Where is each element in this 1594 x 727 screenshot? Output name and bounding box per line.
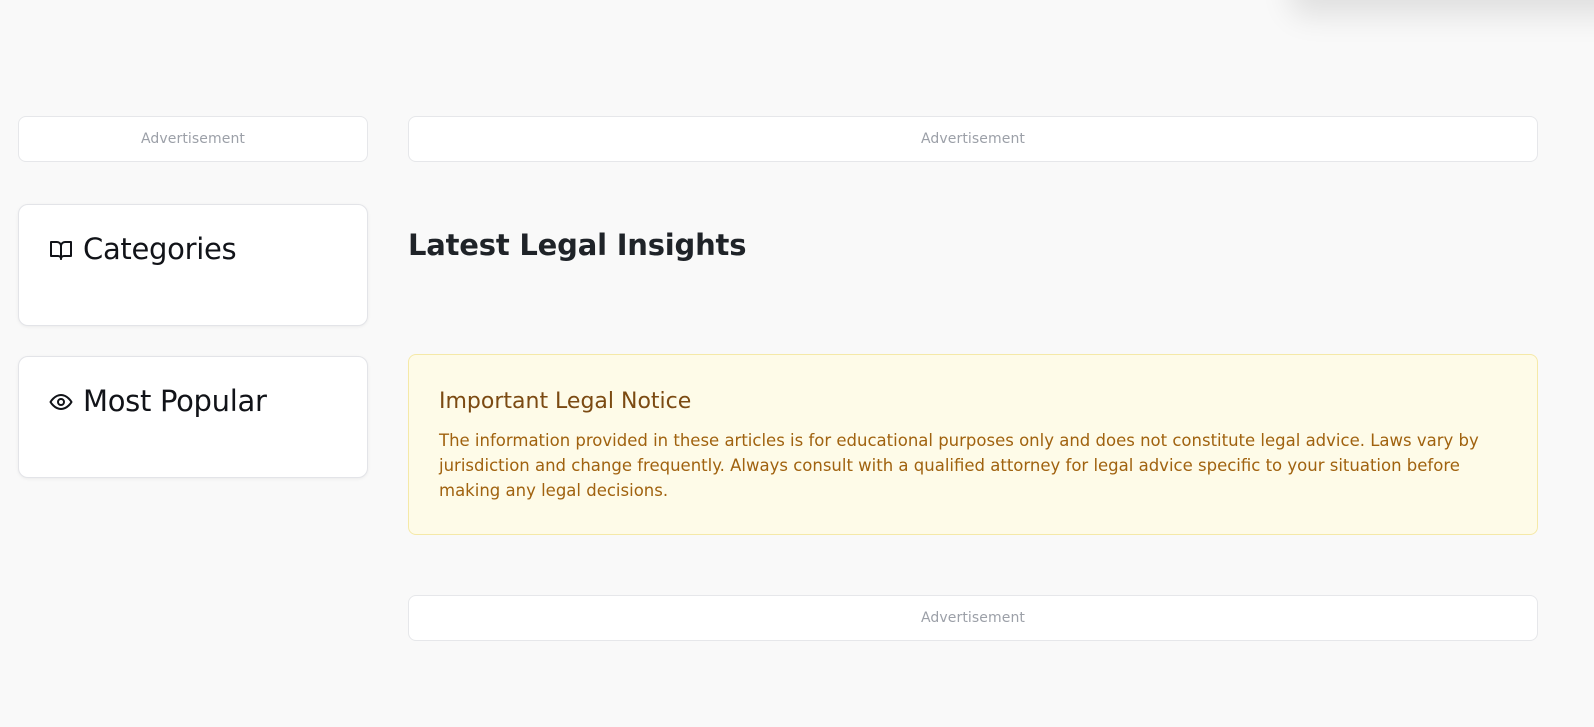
eye-icon — [49, 390, 73, 414]
categories-header: Categories — [49, 232, 237, 266]
most-popular-title: Most Popular — [83, 384, 267, 418]
advertisement-label: Advertisement — [140, 131, 246, 147]
page-title: Latest Legal Insights — [408, 228, 747, 262]
most-popular-card: Most Popular — [18, 356, 368, 478]
legal-notice-box: Important Legal Notice The information p… — [408, 354, 1538, 535]
advertisement-label: Advertisement — [920, 610, 1026, 626]
legal-notice-text: The information provided in these articl… — [439, 431, 1479, 500]
sidebar-advertisement[interactable]: Advertisement — [18, 116, 368, 162]
main-top-advertisement[interactable]: Advertisement — [408, 116, 1538, 162]
main-bottom-advertisement[interactable]: Advertisement — [408, 595, 1538, 641]
book-open-icon — [49, 238, 73, 262]
categories-card: Categories — [18, 204, 368, 326]
most-popular-header: Most Popular — [49, 387, 267, 416]
advertisement-label: Advertisement — [920, 131, 1026, 147]
legal-notice-title: Important Legal Notice — [439, 389, 692, 414]
page: Advertisement Advertisement Categories M — [0, 0, 1594, 727]
categories-title: Categories — [83, 232, 237, 266]
